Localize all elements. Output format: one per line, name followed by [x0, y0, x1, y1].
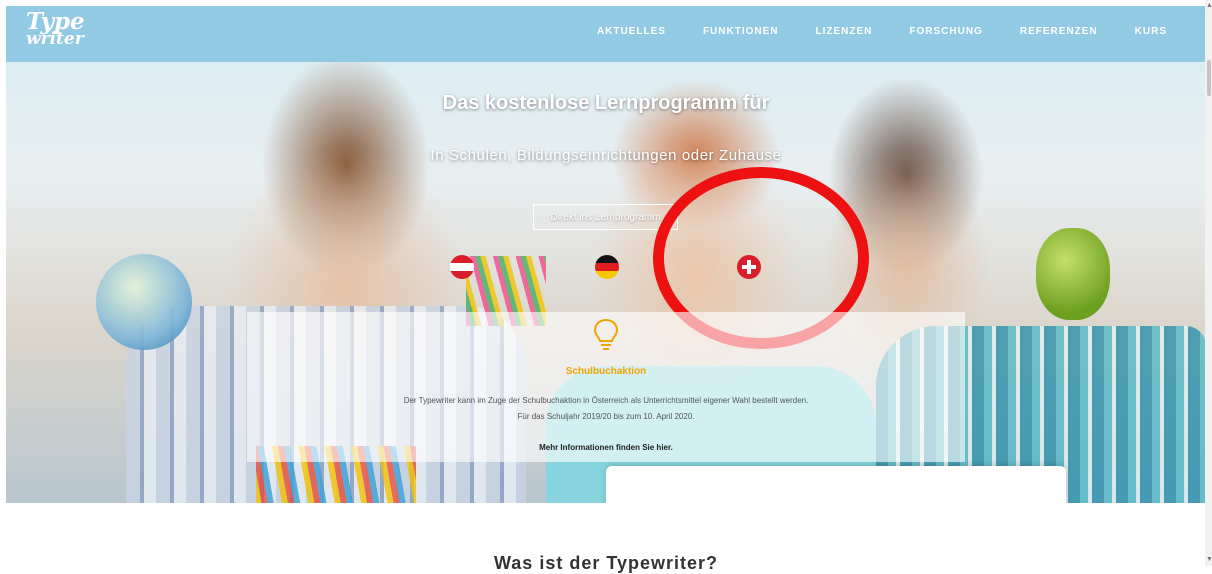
nav-item-kurs[interactable]: KURS	[1135, 26, 1167, 37]
info-title: Schulbuchaktion	[565, 366, 647, 377]
scroll-up-arrow-icon[interactable]: ▲	[1206, 2, 1212, 9]
apple-image	[1036, 228, 1110, 320]
lightbulb-icon	[593, 318, 619, 350]
logo-line-2: writer	[26, 29, 84, 49]
section-heading: Was ist der Typewriter?	[493, 553, 719, 573]
nav-item-referenzen[interactable]: REFERENZEN	[1020, 26, 1098, 37]
hero-title: Das kostenlose Lernprogramm für	[442, 92, 770, 114]
top-navbar: Type writer AKTUELLES FUNKTIONEN LIZENZE…	[6, 6, 1205, 62]
hero-subtitle: In Schulen, Bildungseinrichtungen oder Z…	[430, 147, 782, 164]
cta-button[interactable]: Direkt ins Lernprogramm	[533, 204, 678, 230]
scrollbar-thumb[interactable]	[1207, 60, 1211, 96]
nav-item-funktionen[interactable]: FUNKTIONEN	[703, 26, 779, 37]
germany-flag-icon[interactable]	[595, 255, 619, 279]
info-text-line-2: Für das Schuljahr 2019/20 bis zum 10. Ap…	[517, 412, 695, 421]
info-text-line-1: Der Typewriter kann im Zuge der Schulbuc…	[403, 396, 809, 405]
austria-flag-icon[interactable]	[450, 255, 474, 279]
scroll-down-arrow-icon[interactable]: ▼	[1206, 556, 1212, 563]
typewriter-logo[interactable]: Type writer	[26, 10, 85, 48]
main-nav: AKTUELLES FUNKTIONEN LIZENZEN FORSCHUNG …	[560, 26, 1167, 37]
globe-image	[96, 254, 192, 350]
nav-item-aktuelles[interactable]: AKTUELLES	[597, 26, 666, 37]
laptop-image	[606, 466, 1066, 503]
nav-item-forschung[interactable]: FORSCHUNG	[909, 26, 982, 37]
nav-item-lizenzen[interactable]: LIZENZEN	[816, 26, 873, 37]
more-info-link[interactable]: Mehr Informationen finden Sie hier.	[0, 443, 1212, 452]
